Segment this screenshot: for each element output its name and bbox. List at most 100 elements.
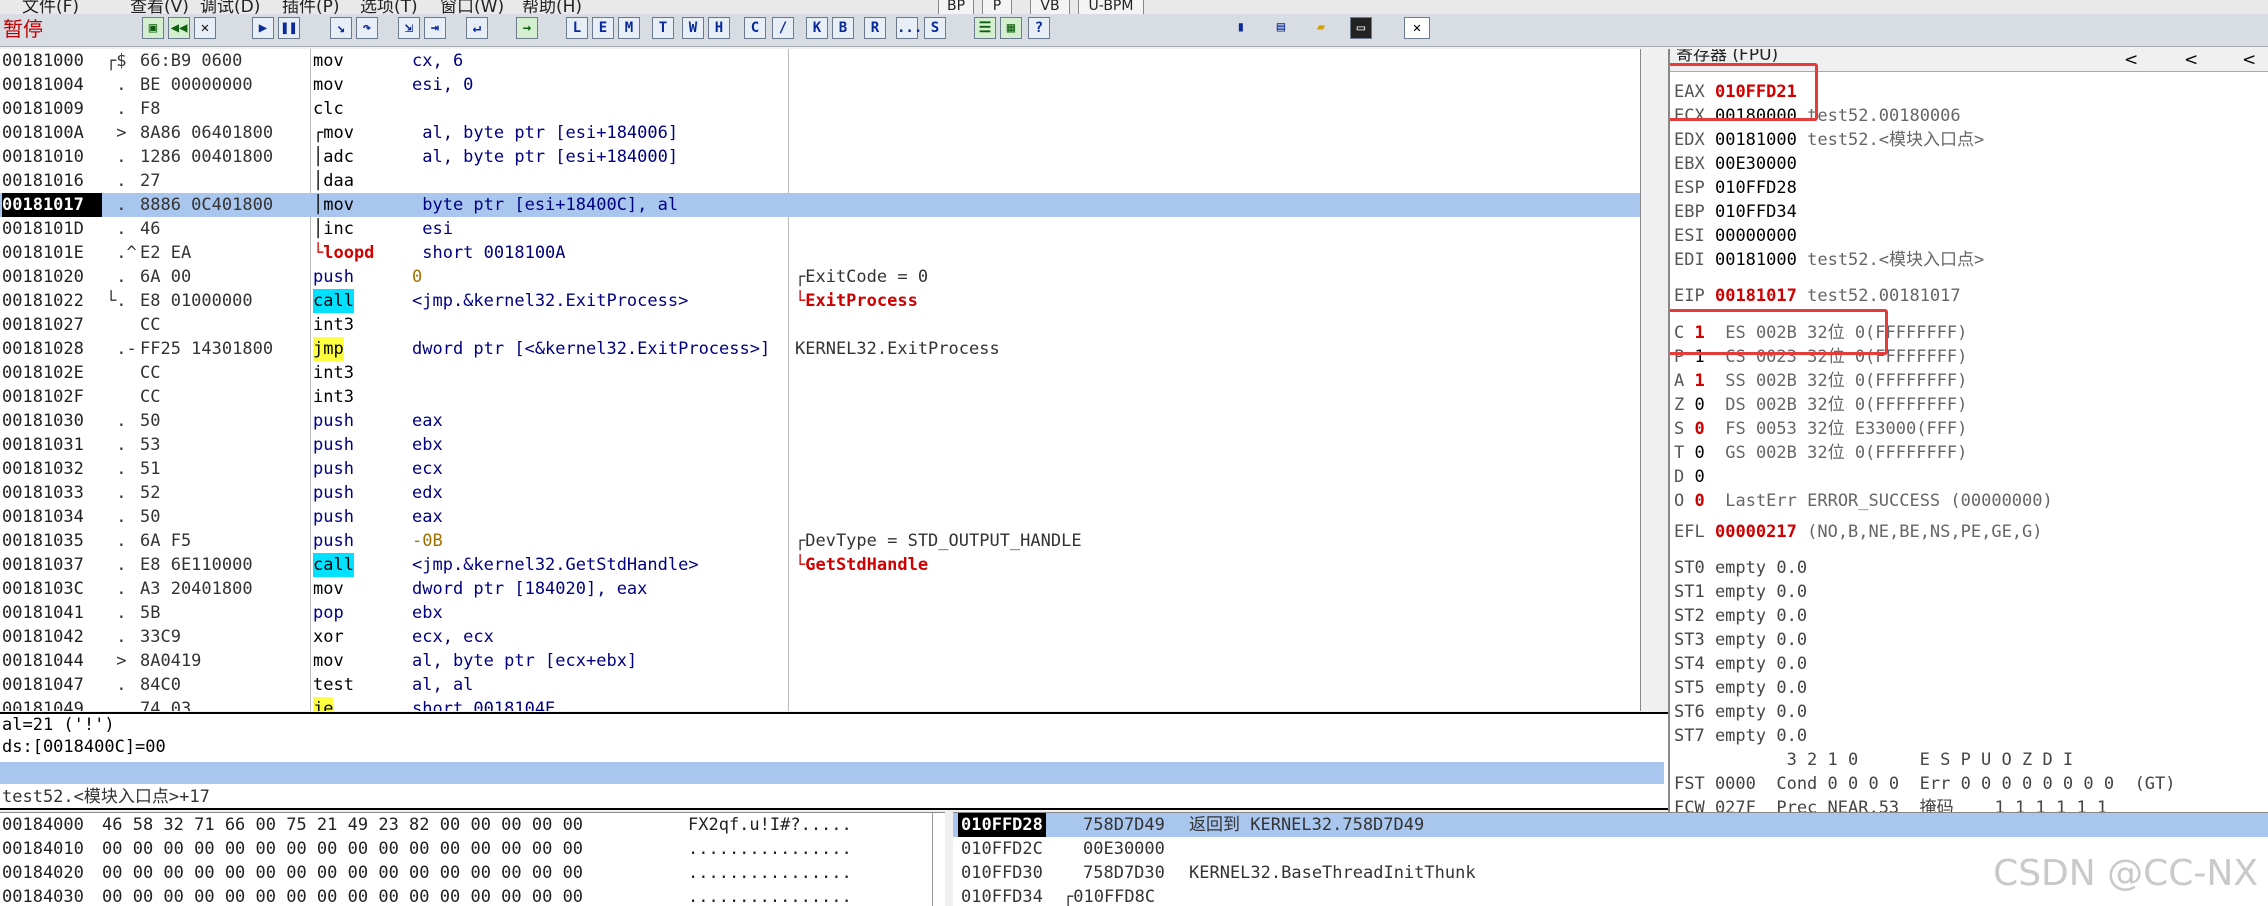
- trace-into-icon[interactable]: ⇲: [398, 17, 420, 39]
- menu-options[interactable]: 选项(T): [360, 0, 418, 14]
- flag-row[interactable]: D 0: [1674, 465, 1725, 489]
- disasm-row[interactable]: 0018101D . 46 │inc esi: [0, 217, 1640, 241]
- disasm-row[interactable]: 00181037 . E8 6E110000 call <jmp.&kernel32.…: [0, 553, 1640, 577]
- disasm-row[interactable]: 00181032 . 51 push ecx: [0, 457, 1640, 481]
- disasm-row[interactable]: 00181035 . 6A F5 push -0B ┌DevType = STD_OUT…: [0, 529, 1640, 553]
- disasm-row[interactable]: 00181028 .- FF25 14301800 jmp dword ptr [<&…: [0, 337, 1640, 361]
- toolbar-source-button[interactable]: S: [924, 17, 946, 39]
- execute-till-return-icon[interactable]: ↵: [466, 17, 488, 39]
- disasm-row[interactable]: 00181042 . 33C9 xor ecx, ecx: [0, 625, 1640, 649]
- nav-left-icon[interactable]: <: [2242, 49, 2256, 71]
- list-icon[interactable]: ☰: [974, 17, 996, 39]
- disassembly-pane[interactable]: 00181000 ┌$ 66:B9 0600 mov cx, 6 00181004 . BE…: [0, 49, 1641, 711]
- toolbar-modules-button[interactable]: E: [592, 17, 614, 39]
- toolbar-handles-button[interactable]: H: [708, 17, 730, 39]
- disasm-row[interactable]: 00181009 . F8 clc: [0, 97, 1640, 121]
- dump-hex: 46 58 32 71 66 00 75 21 49 23 82 00 00 0…: [102, 815, 584, 835]
- close-window-icon[interactable]: ✕: [1404, 17, 1430, 39]
- disasm-row[interactable]: 00181000 ┌$ 66:B9 0600 mov cx, 6: [0, 49, 1640, 73]
- flag-row[interactable]: A 1 SS 002B 32位 0(FFFFFFFF): [1674, 369, 1967, 393]
- disasm-row[interactable]: 0018102F CC int3: [0, 385, 1640, 409]
- step-over-icon[interactable]: ↷: [356, 17, 378, 39]
- notes-icon[interactable]: ▤: [1272, 17, 1290, 39]
- flag-row[interactable]: O 0 LastErr ERROR_SUCCESS (00000000): [1674, 489, 2053, 513]
- register-eip[interactable]: EIP 00181017 test52.00181017: [1674, 284, 1961, 308]
- fpu-register[interactable]: ST3 empty 0.0: [1674, 628, 1807, 652]
- flag-row[interactable]: Z 0 DS 002B 32位 0(FFFFFFFF): [1674, 393, 1967, 417]
- disasm-row[interactable]: 00181044 >8A0419 mov al, byte ptr [ecx+ebx…: [0, 649, 1640, 673]
- fpu-register[interactable]: ST5 empty 0.0: [1674, 676, 1807, 700]
- terminal-icon[interactable]: ▭: [1350, 17, 1372, 39]
- fpu-register[interactable]: ST4 empty 0.0: [1674, 652, 1807, 676]
- trace-over-icon[interactable]: ⇥: [424, 17, 446, 39]
- register-efl[interactable]: EFL 00000217 (NO,B,NE,BE,NS,PE,GE,G): [1674, 520, 2043, 544]
- toolbar-runtrace-button[interactable]: ...: [896, 17, 922, 39]
- fpu-register[interactable]: ST1 empty 0.0: [1674, 580, 1807, 604]
- nav-left-icon[interactable]: <: [2184, 49, 2198, 71]
- help-icon[interactable]: ?: [1028, 17, 1050, 39]
- disasm-row[interactable]: 00181022 └. E8 01000000 call <jmp.&kernel32.…: [0, 289, 1640, 313]
- disasm-row[interactable]: 0018102E CC int3: [0, 361, 1640, 385]
- disasm-row[interactable]: 00181030 . 50 push eax: [0, 409, 1640, 433]
- db-icon[interactable]: ▮: [1232, 17, 1250, 39]
- flag-row[interactable]: T 0 GS 002B 32位 0(FFFFFFFF): [1674, 441, 1967, 465]
- disasm-row[interactable]: 0018101E .^ E2 EA └loopd short 0018100A: [0, 241, 1640, 265]
- disasm-row[interactable]: 00181004 . BE 00000000 mov esi, 0: [0, 73, 1640, 97]
- toolbar-patches-button[interactable]: /: [772, 17, 794, 39]
- flag-row[interactable]: S 0 FS 0053 32位 E33000(FFF): [1674, 417, 1967, 441]
- rewind-icon[interactable]: ◀◀: [168, 17, 190, 39]
- toolbar-cpu-button[interactable]: C: [744, 17, 766, 39]
- disasm-row[interactable]: 00181041 . 5B pop ebx: [0, 601, 1640, 625]
- disasm-row[interactable]: 00181010 . 1286 00401800 │adc al, byte ptr…: [0, 145, 1640, 169]
- goto-icon[interactable]: →: [516, 17, 538, 39]
- grid-icon[interactable]: ▦: [1000, 17, 1022, 39]
- disasm-row[interactable]: 00181031 . 53 push ebx: [0, 433, 1640, 457]
- open-icon[interactable]: ▣: [142, 17, 164, 39]
- disasm-row[interactable]: 00181047 . 84C0 test al, al: [0, 673, 1640, 697]
- dump-row[interactable]: 00184000 46 58 32 71 66 00 75 21 49 23 82…: [2, 813, 852, 837]
- dump-row[interactable]: 00184020 00 00 00 00 00 00 00 00 00 00 00…: [2, 861, 852, 885]
- memory-dump-pane[interactable]: 00184000 46 58 32 71 66 00 75 21 49 23 82…: [0, 812, 945, 906]
- register-esp[interactable]: ESP 010FFD28: [1674, 176, 1797, 200]
- disasm-row[interactable]: 00181016 . 27 │daa: [0, 169, 1640, 193]
- register-edx[interactable]: EDX 00181000 test52.<模块入口点>: [1674, 128, 1984, 152]
- fpu-register[interactable]: ST0 empty 0.0: [1674, 556, 1807, 580]
- menu-file[interactable]: 文件(F): [22, 0, 79, 14]
- pause-icon[interactable]: ❚❚: [278, 17, 300, 39]
- step-into-icon[interactable]: ↘: [330, 17, 352, 39]
- disasm-row[interactable]: 00181049 . 74 03 je short 0018104E: [0, 697, 1640, 711]
- nav-left-icon[interactable]: <: [2124, 49, 2138, 71]
- register-ebp[interactable]: EBP 010FFD34: [1674, 200, 1797, 224]
- menu-window[interactable]: 窗口(W): [440, 0, 504, 14]
- disasm-row[interactable]: 00181020 . 6A 00 push 0 ┌ExitCode = 0: [0, 265, 1640, 289]
- menu-plugins[interactable]: 插件(P): [282, 0, 340, 14]
- registers-pane[interactable]: 寄存器 (FPU) < < < EAX 010FFD21 ECX 0018000…: [1668, 49, 2268, 812]
- toolbar-memory-button[interactable]: M: [618, 17, 640, 39]
- menu-debug[interactable]: 调试(D): [200, 0, 260, 14]
- disasm-row[interactable]: 00181017 . 8886 0C401800 │mov byte ptr [es…: [0, 193, 1640, 217]
- disasm-row[interactable]: 00181034 . 50 push eax: [0, 505, 1640, 529]
- register-esi[interactable]: ESI 00000000: [1674, 224, 1797, 248]
- menu-help[interactable]: 帮助(H): [522, 0, 582, 14]
- disasm-row[interactable]: 00181027 CC int3: [0, 313, 1640, 337]
- dump-row[interactable]: 00184030 00 00 00 00 00 00 00 00 00 00 00…: [2, 885, 852, 906]
- folder-icon[interactable]: ▰: [1312, 17, 1330, 39]
- disasm-row[interactable]: 00181033 . 52 push edx: [0, 481, 1640, 505]
- fpu-register[interactable]: ST7 empty 0.0: [1674, 724, 1807, 748]
- toolbar-callstack-button[interactable]: K: [806, 17, 828, 39]
- register-edi[interactable]: EDI 00181000 test52.<模块入口点>: [1674, 248, 1984, 272]
- toolbar-log-button[interactable]: L: [566, 17, 588, 39]
- fpu-register[interactable]: ST6 empty 0.0: [1674, 700, 1807, 724]
- toolbar-breakpoints-button[interactable]: B: [832, 17, 854, 39]
- disasm-row[interactable]: 0018100A >8A86 06401800 ┌mov al, byte ptr…: [0, 121, 1640, 145]
- toolbar-references-button[interactable]: R: [864, 17, 886, 39]
- toolbar-threads-button[interactable]: T: [652, 17, 674, 39]
- register-ebx[interactable]: EBX 00E30000: [1674, 152, 1797, 176]
- toolbar-windows-button[interactable]: W: [682, 17, 704, 39]
- menu-view[interactable]: 查看(V): [130, 0, 189, 14]
- run-icon[interactable]: ▶: [252, 17, 274, 39]
- disasm-row[interactable]: 0018103C . A3 20401800 mov dword ptr [18402…: [0, 577, 1640, 601]
- close-icon[interactable]: ✕: [194, 17, 216, 39]
- dump-row[interactable]: 00184010 00 00 00 00 00 00 00 00 00 00 00…: [2, 837, 852, 861]
- fpu-register[interactable]: ST2 empty 0.0: [1674, 604, 1807, 628]
